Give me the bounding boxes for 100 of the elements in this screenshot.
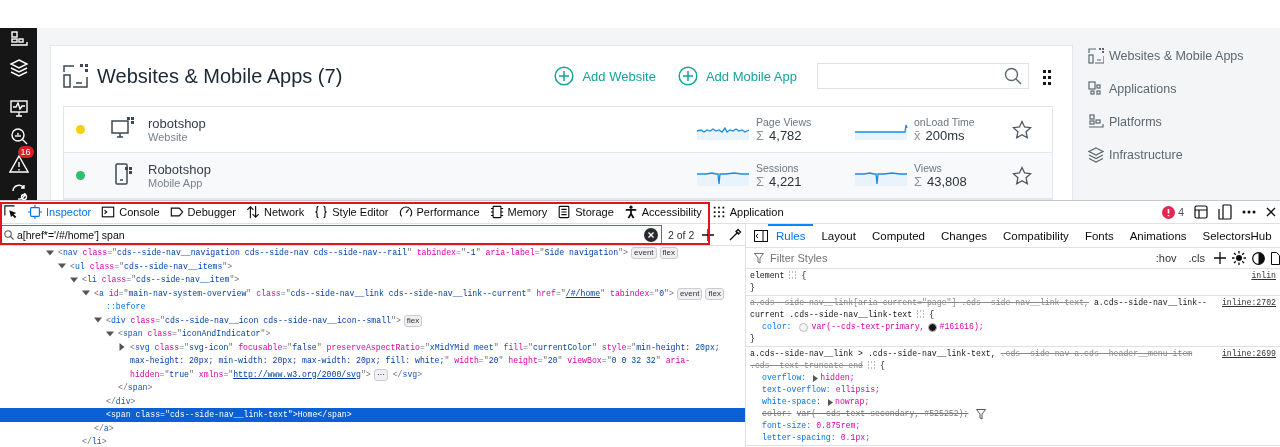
source-link[interactable]: inline:2702 [1221, 297, 1276, 321]
magnifier-chart-icon[interactable] [8, 126, 29, 146]
filter-icon[interactable] [976, 408, 987, 420]
layout-icon[interactable] [1194, 205, 1208, 219]
color-swatch[interactable] [927, 322, 937, 332]
panel-tab[interactable]: Animations [1121, 224, 1195, 247]
link[interactable]: http://www.w3.org/2000/svg [233, 369, 361, 379]
contrast-icon[interactable] [1252, 251, 1265, 265]
markup-line[interactable]: </div> [0, 394, 745, 408]
panel-tab[interactable]: Rules [768, 224, 814, 247]
tool-tab[interactable]: Accessibility [619, 201, 706, 223]
markup-line[interactable]: <a id="main-nav-system-overview" class="cds--side-nav__link cds--side-nav__link--current" href="/#/home" tabindex="0"> event flex [0, 286, 745, 300]
metric-value: Σ 4,221 [756, 174, 802, 189]
grid-menu-icon[interactable] [1041, 67, 1053, 85]
markup-line[interactable]: <div class="cds--side-nav__icon cds--side-nav__icon--small"> flex [0, 313, 745, 327]
debugger-icon [169, 205, 184, 219]
markup-badge[interactable]: ⋯ [373, 368, 388, 381]
tool-tab[interactable]: Memory [485, 201, 552, 223]
markup-badge[interactable]: flex [659, 247, 679, 259]
markup-line[interactable]: <span class="iconAndIndicator"> [0, 327, 745, 341]
notification-count: 16 [17, 146, 34, 158]
css-declaration: white-space: nowrap; [761, 396, 871, 408]
tool-tab[interactable]: Style Editor [310, 201, 393, 223]
tool-tab[interactable]: Inspector [24, 201, 96, 223]
light-theme-icon[interactable] [1232, 251, 1246, 265]
tool-tab[interactable]: Performance [394, 201, 484, 223]
link[interactable]: /#/home [565, 288, 601, 298]
app-name: robotshop [148, 116, 207, 131]
search-icon [4, 229, 14, 240]
css-declaration: letter-spacing: 0.1px; [761, 432, 872, 444]
layers-icon[interactable] [8, 58, 29, 78]
star-icon[interactable] [1012, 165, 1032, 186]
markup-line[interactable]: <nav class="cds--side-nav__navigation cds--side-nav cds--side-nav--rail" tabindex="-1" aria-label="Side navigation"> event flex [0, 246, 745, 260]
css-selector: element { [750, 270, 808, 282]
plus-circle-icon [554, 66, 575, 86]
star-icon[interactable] [1012, 119, 1032, 140]
nav-link[interactable]: Applications [1088, 79, 1244, 98]
nav-link[interactable]: Websites & Mobile Apps [1088, 46, 1244, 65]
document-icon[interactable] [1271, 251, 1280, 265]
gauge-icon [398, 205, 413, 219]
panel-tab[interactable]: Layout [813, 224, 864, 247]
source-link[interactable]: inline:2699 [1221, 348, 1276, 372]
add-rule-icon[interactable] [1214, 252, 1226, 264]
panel-tab[interactable]: SelectorsHub [1194, 224, 1280, 247]
tool-tab[interactable]: Application [707, 201, 788, 223]
responsive-icon[interactable] [1218, 204, 1232, 220]
panel-tab[interactable]: Compatibility [995, 224, 1077, 247]
nav-link[interactable]: Infrastructure [1088, 145, 1244, 164]
nav-link[interactable]: Platforms [1088, 112, 1244, 131]
sidebar-toggle-icon[interactable] [754, 229, 768, 242]
search-field[interactable] [817, 63, 1029, 89]
add-icon[interactable] [702, 228, 715, 241]
markup-line[interactable]: <svg class="svg-icon" focusable="false" preserveAspectRatio="xMidYMid meet" fill="currentColor" style="min-height: 20px; max-height: 20px; min-width: 20px; max-width: 20px; fill: white;" width="20" height="20" viewBox="0 0 32 32" aria-hidden="true" xmlns="http://www.w3.org/2000/svg"> ⋯ </svg> [0, 340, 745, 381]
error-count[interactable]: 4 [1177, 206, 1184, 218]
panel-tab[interactable]: Fonts [1076, 224, 1122, 247]
metric-value: Σ 4,782 [756, 128, 803, 143]
markup-line[interactable]: <ul class="cds--side-nav__items"> [0, 259, 745, 273]
collapse-arrow-icon[interactable] [46, 248, 54, 257]
collapse-arrow-icon[interactable] [82, 289, 90, 298]
tool-tab[interactable]: Storage [553, 201, 618, 223]
collapse-arrow-icon[interactable] [70, 275, 78, 284]
markup-badge[interactable]: flex [403, 314, 423, 327]
app-name: Robotshop [148, 162, 212, 177]
markup-line[interactable]: </a> [0, 421, 745, 435]
app-row[interactable]: Robotshop Mobile App Sessions Σ 4,221 Views Σ 43,808 [64, 153, 1052, 199]
toggle-button[interactable]: :hov [1152, 252, 1180, 264]
toggle-button[interactable]: .cls [1185, 252, 1208, 264]
metric-value: Σ 43,808 [914, 174, 967, 189]
expand-arrow-icon[interactable] [827, 398, 833, 406]
color-swatch[interactable] [799, 322, 809, 332]
monitor-pulse-icon[interactable] [8, 98, 29, 118]
close-icon[interactable] [1266, 207, 1276, 217]
layers-icon [1088, 146, 1104, 163]
markup-line[interactable]: </span> [0, 381, 745, 395]
warning-icon[interactable] [8, 154, 29, 174]
collapse-arrow-icon[interactable] [58, 262, 66, 271]
markup-badge[interactable]: event [631, 247, 657, 259]
tool-tab[interactable]: Console [97, 201, 164, 223]
metric-label: onLoad Time [914, 116, 975, 128]
css-selector: a.cds--side-nav__link > .cds--side-nav__link-text, .cds--side-nav a.cds--header__menu-item .cds--text-truncate-end { [750, 348, 1194, 372]
markup-line[interactable]: </li> [0, 435, 745, 447]
expand-arrow-icon[interactable] [118, 343, 126, 352]
platforms-icon [1088, 113, 1104, 130]
clear-icon[interactable] [644, 227, 658, 242]
tool-tab[interactable]: Debugger [165, 201, 240, 223]
collapse-arrow-icon[interactable] [106, 329, 114, 338]
tool-tab[interactable]: Network [241, 201, 309, 223]
markup-badge[interactable]: event [676, 287, 703, 300]
expand-arrow-icon[interactable] [813, 374, 819, 382]
markup-line[interactable]: ::before [0, 300, 745, 314]
eyedropper-icon[interactable] [728, 227, 743, 242]
metric-label: Sessions [756, 162, 800, 174]
panel-tab[interactable]: Changes [933, 224, 996, 247]
source-link[interactable]: inlin [1251, 270, 1276, 282]
panel-tab[interactable]: Computed [863, 224, 933, 247]
collapse-arrow-icon[interactable] [94, 316, 102, 325]
markup-line[interactable]: <li class="cds--side-nav__item"> [0, 273, 745, 287]
markup-badge[interactable]: flex [705, 287, 724, 300]
css-declaration: color: var(--cds-text-primary, #161616); [761, 321, 985, 333]
more-icon[interactable] [1242, 210, 1256, 214]
